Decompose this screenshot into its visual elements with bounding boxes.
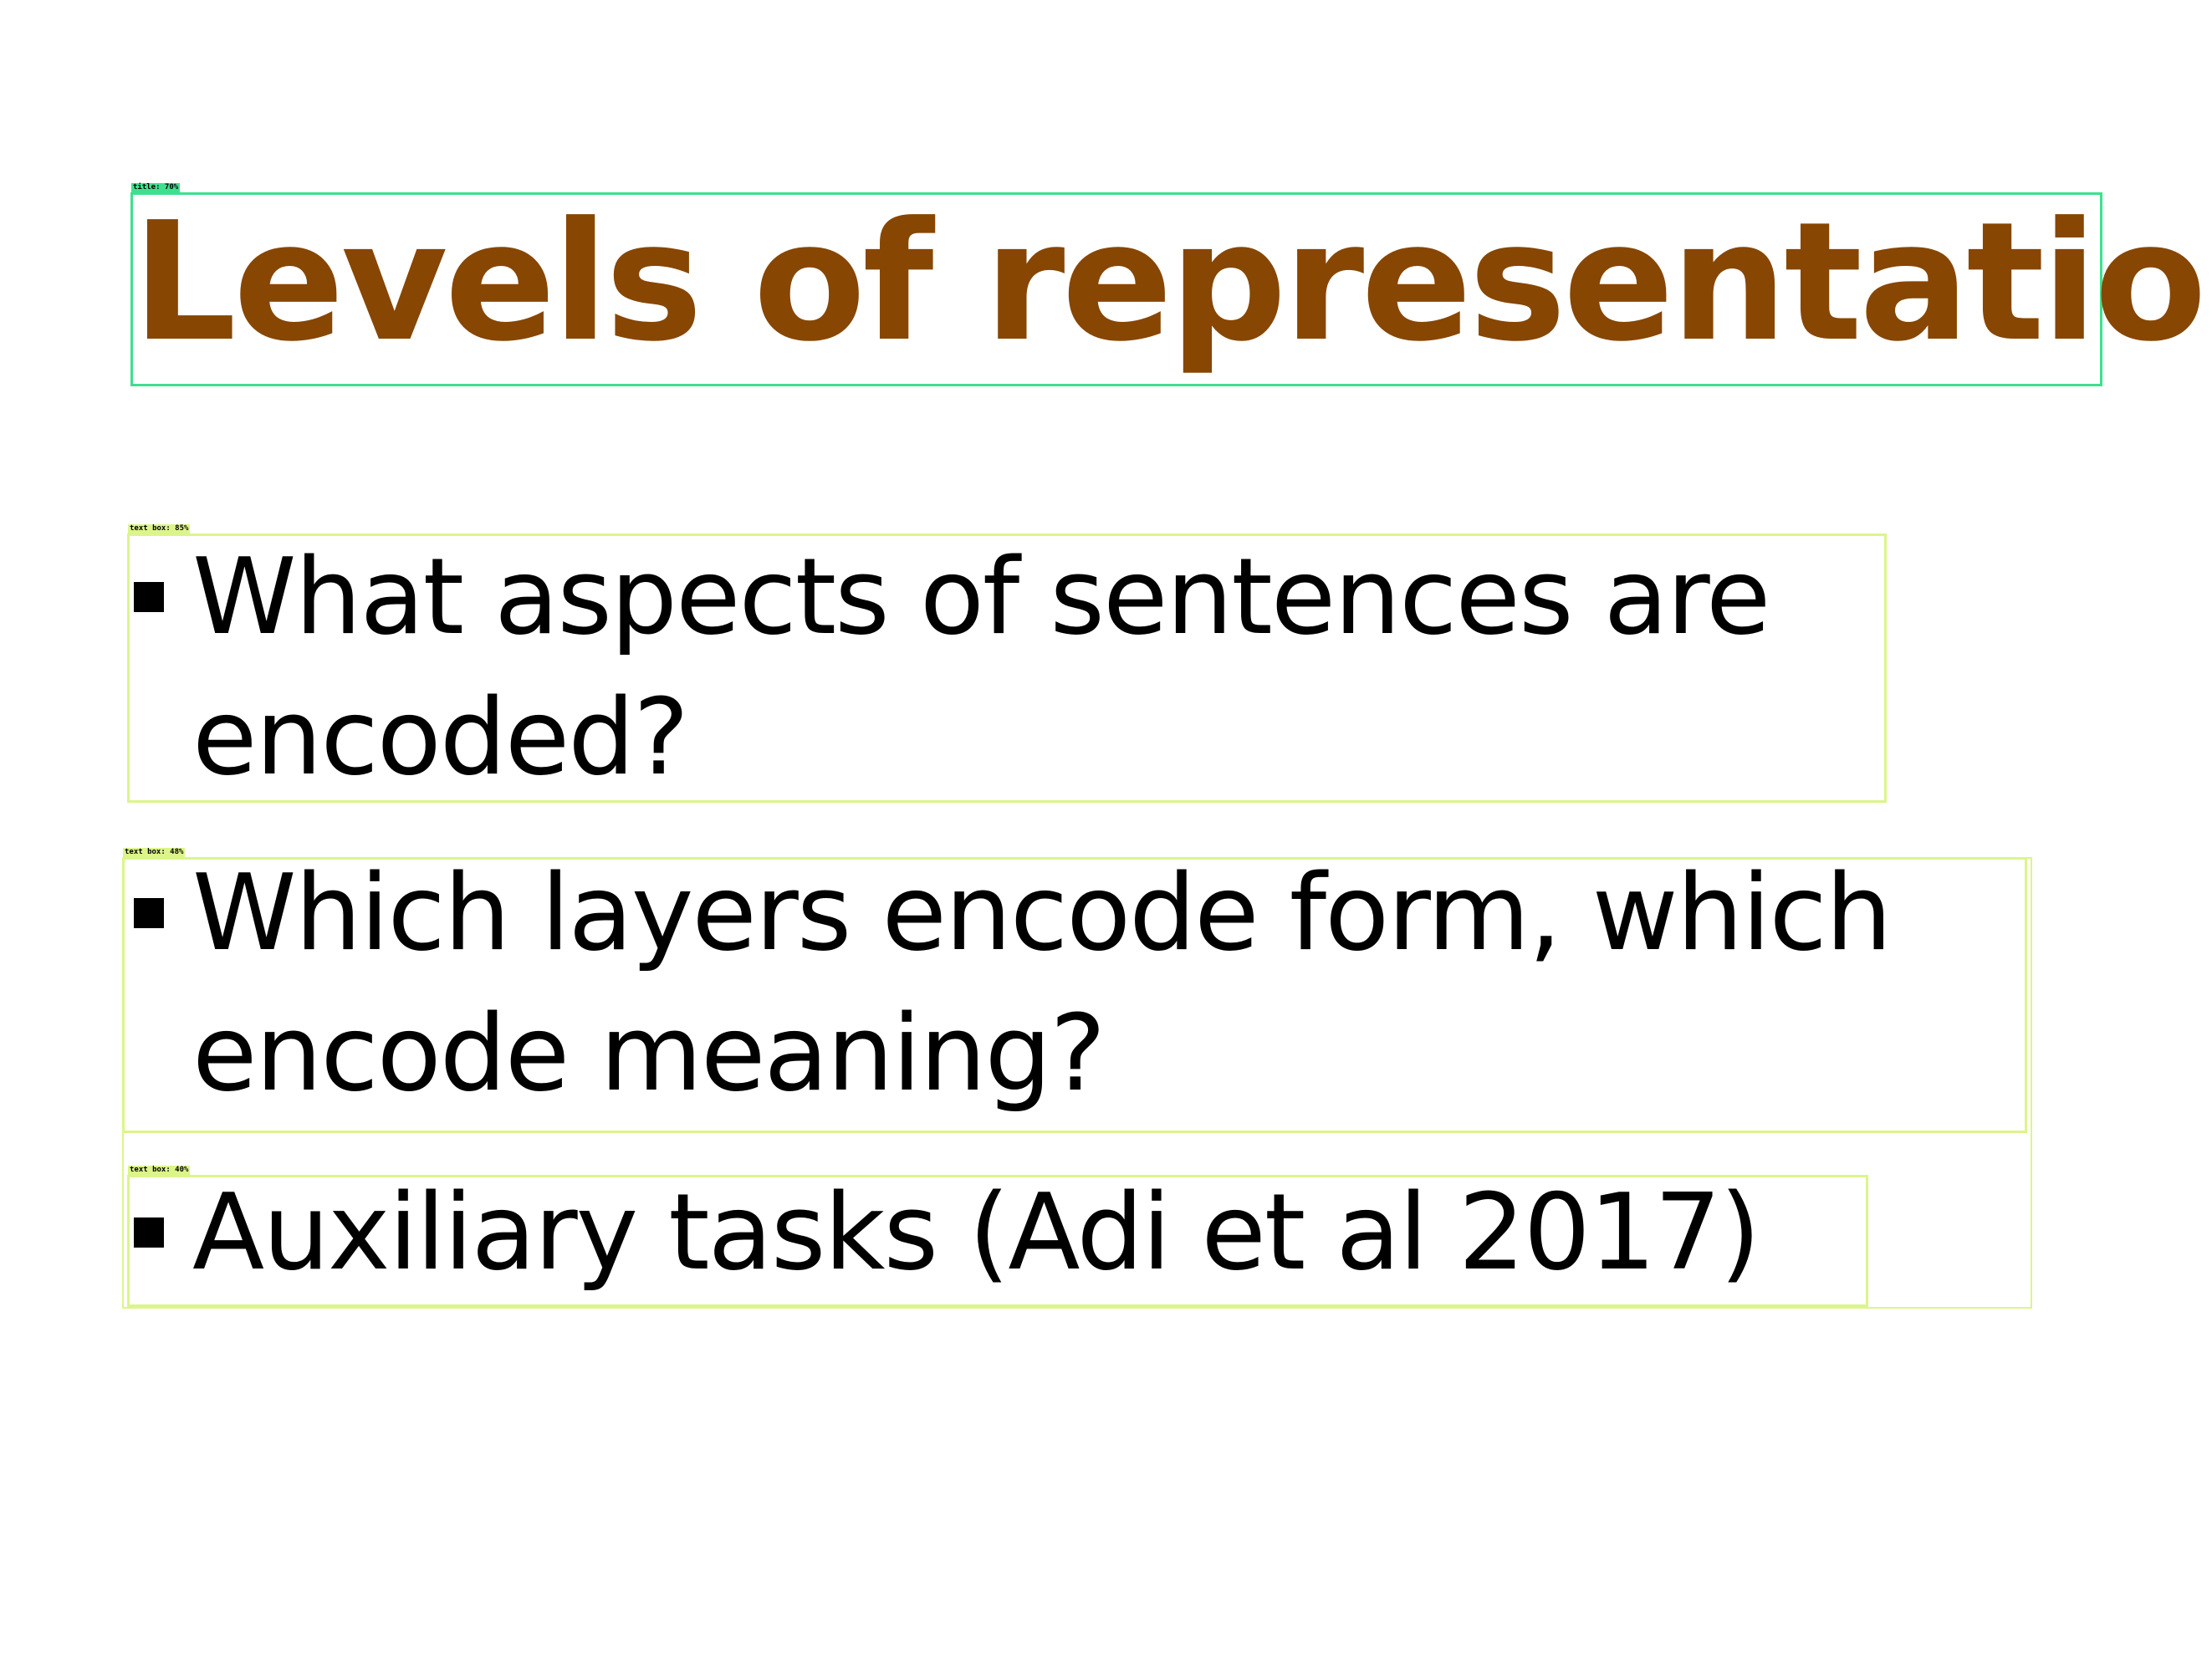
slide-title: Levels of representation: [132, 187, 2212, 378]
square-bullet-icon: [134, 1217, 164, 1248]
bullet-3-line-1: Auxiliary tasks (Adi et al 2017): [192, 1171, 1760, 1294]
square-bullet-icon: [134, 898, 164, 928]
bullet-1-line-1: What aspects of sentences are: [192, 535, 1770, 658]
text-box-label-3: text box: 40%: [128, 1166, 191, 1175]
bullet-2-line-1: Which layers encode form, which: [192, 851, 1893, 974]
text-box-label-2: text box: 48%: [123, 848, 186, 857]
text-box-label-1: text box: 85%: [128, 524, 191, 533]
bullet-1-line-2: encoded?: [192, 676, 689, 799]
square-bullet-icon: [134, 582, 164, 612]
bullet-2-line-2: encode meaning?: [192, 992, 1106, 1115]
